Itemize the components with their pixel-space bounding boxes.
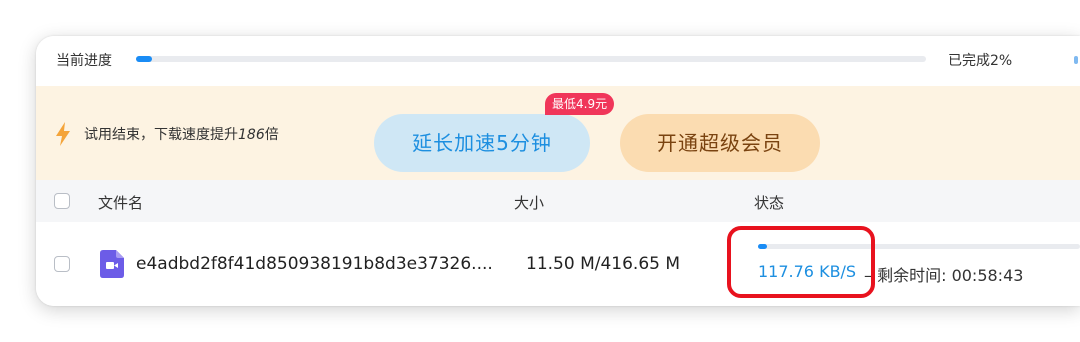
video-file-icon [100,250,124,278]
lightning-bolt-icon [56,122,70,146]
promo-multiplier: 186 [238,127,265,143]
extend-boost-button[interactable]: 延长加速5分钟 [374,114,590,172]
file-progress-bar [758,244,1080,249]
table-header: 文件名 大小 状态 [36,180,1080,222]
column-header-status[interactable]: 状态 [754,192,784,213]
overall-progress-bar [136,56,926,62]
promo-text-prefix: 试用结束，下载速度提升 [84,127,238,143]
select-all-checkbox[interactable] [54,193,70,209]
promo-text-suffix: 倍 [264,127,279,143]
edge-indicator [1074,56,1078,64]
overall-progress-fill [136,56,152,62]
file-progress-fill [758,244,768,249]
column-header-name[interactable]: 文件名 [98,192,143,213]
open-super-vip-button[interactable]: 开通超级会员 [620,114,820,172]
progress-status: 已完成2% [948,53,1013,69]
file-name[interactable]: e4adbd2f8f41d850938191b8d3e37326.... [136,254,493,274]
column-header-size[interactable]: 大小 [514,192,544,213]
file-size: 11.50 M/416.65 M [526,254,681,274]
promo-message: 试用结束，下载速度提升186倍 [84,124,279,144]
promo-banner: 试用结束，下载速度提升186倍 延长加速5分钟 最低4.9元 开通超级会员 [36,86,1080,180]
remaining-time: – 剩余时间: 00:58:43 [864,266,1024,285]
download-speed: 117.76 KB/S [758,262,857,281]
price-badge: 最低4.9元 [545,93,615,115]
progress-label: 当前进度 [56,53,112,69]
row-checkbox[interactable] [54,256,70,272]
overall-progress-row: 当前进度 已完成2% [36,36,1080,86]
